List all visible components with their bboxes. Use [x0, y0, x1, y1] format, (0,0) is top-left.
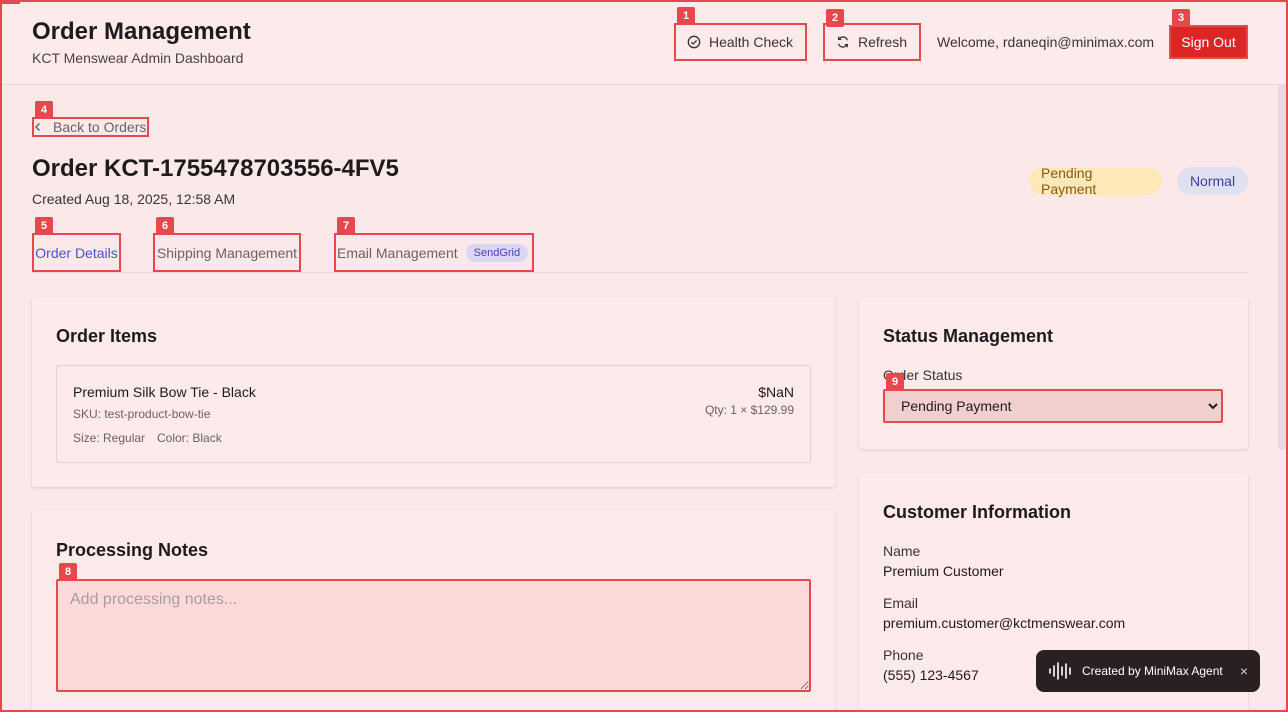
tab-email-management[interactable]: Email Management SendGrid [335, 234, 533, 271]
status-management-card: Status Management Order Status Pending P… [859, 297, 1248, 449]
list-item: Premium Silk Bow Tie - Black SKU: test-p… [56, 365, 811, 463]
marker-number-3: 3 [1172, 9, 1190, 27]
customer-name: Premium Customer [883, 563, 1004, 579]
refresh-button[interactable]: Refresh [824, 24, 920, 60]
marker-number-8: 8 [59, 563, 77, 581]
processing-notes-title: Processing Notes [56, 540, 209, 560]
refresh-label: Refresh [858, 34, 908, 50]
waveform-icon [1049, 662, 1071, 680]
tab-shipping-management[interactable]: Shipping Management [154, 234, 300, 271]
marker-number-9: 9 [886, 373, 904, 391]
item-name: Premium Silk Bow Tie - Black [73, 384, 256, 400]
tab-email-label: Email Management [337, 244, 458, 261]
app-title: Order Management [32, 18, 251, 45]
marker-number-7: 7 [337, 217, 355, 235]
welcome-text: Welcome, rdaneqin@minimax.com [937, 34, 1155, 50]
customer-email: premium.customer@kctmenswear.com [883, 615, 1126, 631]
payment-status-badge: Pending Payment [1029, 165, 1162, 197]
health-check-label: Health Check [709, 34, 794, 50]
marker-number-1: 1 [677, 7, 695, 25]
back-to-orders-label: Back to Orders [53, 118, 147, 135]
status-management-title: Status Management [883, 326, 1054, 346]
tab-order-details[interactable]: Order Details [33, 234, 120, 271]
item-price: $NaN [758, 384, 794, 400]
customer-email-label: Email [883, 595, 919, 611]
customer-phone-label: Phone [883, 647, 924, 663]
order-title: Order KCT-1755478703556-4FV5 [32, 155, 399, 182]
processing-notes-card: Processing Notes [32, 511, 835, 712]
back-to-orders-link[interactable]: Back to Orders [33, 117, 148, 136]
toast-text: Created by MiniMax Agent [1082, 664, 1223, 678]
customer-phone: (555) 123-4567 [883, 667, 979, 683]
chevron-left-icon [34, 122, 41, 131]
item-size: Size: Regular [73, 431, 146, 445]
health-check-button[interactable]: Health Check [675, 24, 806, 60]
item-sku: SKU: test-product-bow-tie [73, 407, 211, 421]
item-color: Color: Black [157, 431, 222, 445]
marker-number-5: 5 [35, 217, 53, 235]
processing-notes-input[interactable] [56, 579, 811, 692]
sendgrid-badge: SendGrid [465, 243, 529, 262]
sign-out-button[interactable]: Sign Out [1170, 26, 1247, 58]
order-status-select[interactable]: Pending Payment [883, 389, 1223, 423]
order-items-title: Order Items [56, 326, 158, 346]
item-quantity: Qty: 1 × $129.99 [704, 403, 794, 417]
frame-corner [0, 0, 20, 4]
minimax-agent-toast: Created by MiniMax Agent × [1036, 650, 1260, 692]
app-subtitle: KCT Menswear Admin Dashboard [32, 50, 244, 66]
tabs-divider [32, 272, 1248, 273]
marker-number-6: 6 [156, 217, 174, 235]
customer-information-title: Customer Information [883, 502, 1072, 522]
check-circle-icon [687, 35, 701, 49]
marker-number-2: 2 [826, 9, 844, 27]
customer-name-label: Name [883, 543, 921, 559]
toast-close-icon[interactable]: × [1240, 663, 1248, 679]
priority-badge: Normal [1177, 167, 1248, 195]
order-items-card: Order Items Premium Silk Bow Tie - Black… [32, 297, 835, 487]
marker-number-4: 4 [35, 101, 53, 119]
app-header: Order Management KCT Menswear Admin Dash… [0, 0, 1288, 85]
order-created-date: Created Aug 18, 2025, 12:58 AM [32, 191, 236, 207]
refresh-icon [837, 36, 849, 48]
